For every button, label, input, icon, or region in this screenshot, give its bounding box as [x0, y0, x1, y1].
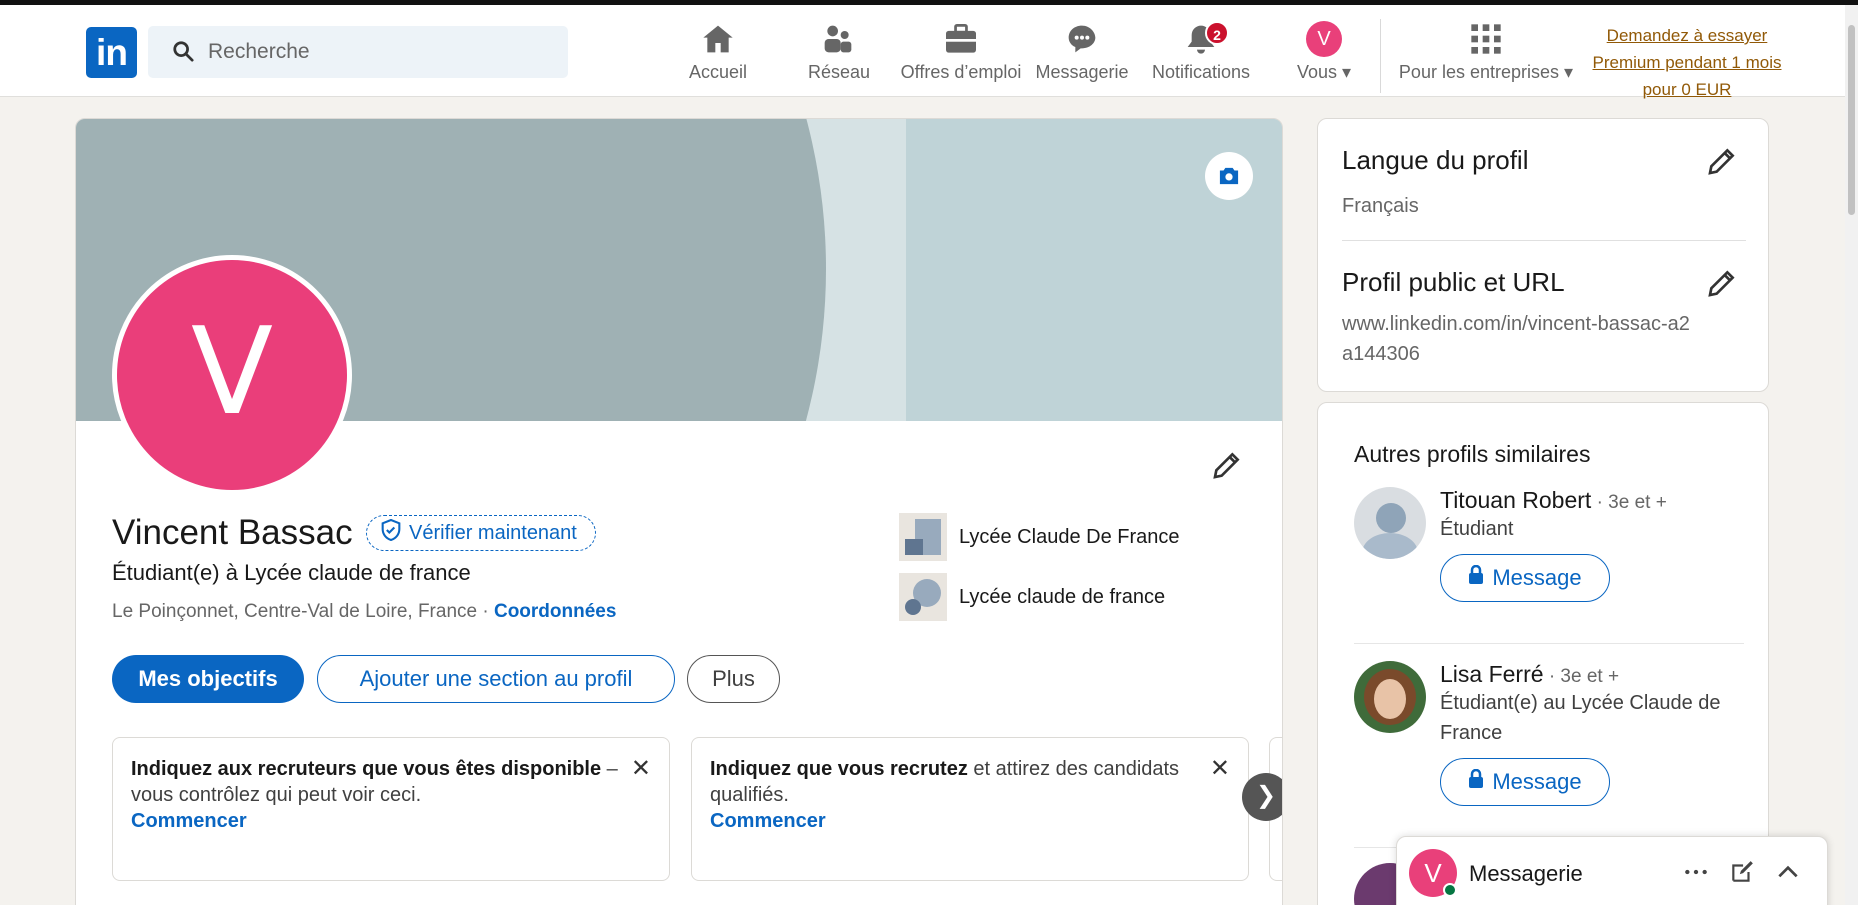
nav-item-jobs[interactable]: Offres d’emploi — [896, 21, 1026, 91]
profile-headline: Étudiant(e) à Lycée claude de france — [112, 560, 471, 585]
nav-label: Accueil — [688, 62, 748, 82]
edit-intro-pencil-icon[interactable] — [1211, 449, 1243, 486]
education-item[interactable]: Lycée Claude De France — [899, 513, 1180, 561]
public-url-value: www.linkedin.com/in/vincent-bassac-a2a14… — [1342, 313, 1690, 365]
online-status-dot — [1443, 883, 1457, 897]
divider — [1342, 240, 1746, 241]
add-profile-section-button[interactable]: Ajouter une section au profil — [317, 655, 675, 703]
message-button[interactable]: Message — [1440, 554, 1610, 602]
nav-label: Réseau — [808, 62, 871, 82]
grid-icon — [1396, 21, 1576, 57]
bell-icon — [1148, 21, 1254, 57]
home-icon — [688, 21, 748, 57]
messaging-overlay[interactable]: V Messagerie — [1396, 836, 1828, 905]
open-to-work-card: Indiquez aux recruteurs que vous êtes di… — [112, 737, 670, 881]
profile-location: Le Poinçonnet, Centre-Val de Loire, Fran… — [112, 601, 616, 623]
lock-icon — [1468, 768, 1484, 795]
network-icon — [808, 21, 868, 57]
search-input[interactable] — [208, 26, 548, 78]
nav-label: Pour les entreprises — [1398, 62, 1559, 82]
profile-language-title: Langue du profil — [1342, 145, 1529, 175]
message-button[interactable]: Message — [1440, 758, 1610, 806]
profile-avatar[interactable]: V — [112, 255, 352, 495]
chevron-up-icon[interactable] — [1775, 859, 1801, 890]
notification-badge: 2 — [1205, 21, 1229, 45]
nav-item-notifications[interactable]: 2 Notifications — [1148, 21, 1254, 91]
location-text: Le Poinçonnet, Centre-Val de Loire, Fran… — [112, 601, 494, 622]
carousel-next-button[interactable]: ❯ — [1242, 773, 1282, 821]
edit-url-pencil-icon[interactable] — [1706, 267, 1738, 304]
nav-item-me[interactable]: V Vous ▾ — [1284, 21, 1364, 91]
person-name[interactable]: Lisa Ferré — [1440, 661, 1544, 687]
person-headline: Étudiant(e) au Lycée Claude de France — [1440, 692, 1721, 744]
similar-profile-item: Lisa Ferré · 3e et + Étudiant(e) au Lycé… — [1354, 661, 1740, 806]
connection-degree: · 3e et + — [1543, 666, 1620, 687]
premium-trial-link[interactable]: Demandez à essayer Premium pendant 1 moi… — [1592, 22, 1782, 103]
school-logo — [899, 513, 947, 561]
more-options-icon[interactable] — [1683, 859, 1709, 890]
verify-now-button[interactable]: Vérifier maintenant — [366, 515, 596, 551]
profile-settings-card: Langue du profil Français Profil public … — [1317, 118, 1769, 392]
page-scrollbar[interactable] — [1845, 5, 1858, 905]
start-link[interactable]: Commencer — [710, 808, 1230, 834]
school-name: Lycée claude de france — [959, 585, 1166, 608]
user-avatar: V — [1306, 21, 1342, 57]
school-name: Lycée Claude De France — [959, 525, 1180, 548]
similar-profiles-card: Autres profils similaires Titouan Robert… — [1317, 402, 1769, 905]
compose-icon[interactable] — [1729, 859, 1755, 890]
nav-item-messaging[interactable]: Messagerie — [1034, 21, 1130, 91]
profile-name: Vincent Bassac — [112, 513, 353, 552]
more-button[interactable]: Plus — [687, 655, 780, 703]
nav-label: Offres d’emploi — [900, 62, 1022, 82]
briefcase-icon — [896, 21, 1026, 57]
nav-item-home[interactable]: Accueil — [688, 21, 748, 91]
education-item[interactable]: Lycée claude de france — [899, 573, 1165, 621]
caret-down-icon: ▾ — [1564, 62, 1574, 82]
tip-text: Indiquez que vous recrutez et attirez de… — [710, 758, 1179, 806]
connection-degree: · 3e et + — [1591, 492, 1667, 513]
linkedin-logo[interactable]: in — [86, 27, 137, 78]
hiring-card: Indiquez que vous recrutez et attirez de… — [691, 737, 1249, 881]
person-headline: Étudiant — [1440, 518, 1514, 540]
person-avatar[interactable] — [1354, 661, 1426, 733]
nav-item-network[interactable]: Réseau — [808, 21, 871, 91]
similar-profile-item: Titouan Robert · 3e et + Étudiant Messag… — [1354, 487, 1667, 602]
search-box[interactable] — [148, 26, 568, 78]
nav-label: Messagerie — [1035, 62, 1129, 82]
school-logo — [899, 573, 947, 621]
edit-language-pencil-icon[interactable] — [1706, 145, 1738, 182]
nav-item-business[interactable]: Pour les entreprises ▾ — [1396, 21, 1576, 91]
person-avatar[interactable] — [1354, 487, 1426, 559]
message-label: Message — [1492, 769, 1582, 794]
nav-label: Vous — [1296, 62, 1337, 82]
contact-info-link[interactable]: Coordonnées — [494, 601, 616, 622]
message-label: Message — [1492, 565, 1582, 590]
public-url-title: Profil public et URL — [1342, 267, 1565, 297]
lock-icon — [1468, 564, 1484, 591]
edit-banner-camera-icon[interactable] — [1205, 152, 1253, 200]
start-link[interactable]: Commencer — [131, 808, 651, 834]
person-name[interactable]: Titouan Robert — [1440, 487, 1591, 513]
verify-label: Vérifier maintenant — [409, 521, 577, 544]
messaging-title: Messagerie — [1469, 861, 1583, 886]
top-navigation: in Accueil Réseau Offres d’emploi Messag… — [0, 5, 1845, 99]
messaging-icon — [1034, 21, 1130, 57]
tip-bold: Indiquez aux recruteurs que vous êtes di… — [131, 758, 602, 780]
shield-check-icon — [381, 518, 401, 547]
similar-profiles-title: Autres profils similaires — [1354, 441, 1591, 467]
nav-divider — [1380, 19, 1381, 93]
caret-down-icon: ▾ — [1342, 62, 1352, 82]
profile-card: V Vincent Bassac Vérifier maintenant Étu… — [75, 118, 1283, 905]
tip-text: Indiquez aux recruteurs que vous êtes di… — [131, 758, 618, 806]
scrollbar-thumb[interactable] — [1848, 25, 1855, 215]
chevron-right-icon: ❯ — [1255, 782, 1277, 809]
divider — [1354, 643, 1744, 644]
profile-language-value: Français — [1342, 195, 1419, 217]
close-icon[interactable]: ✕ — [631, 756, 651, 782]
close-icon[interactable]: ✕ — [1210, 756, 1230, 782]
nav-label: Notifications — [1151, 62, 1251, 82]
tip-bold: Indiquez que vous recrutez — [710, 758, 968, 780]
search-icon — [172, 40, 194, 67]
my-goals-button[interactable]: Mes objectifs — [112, 655, 304, 703]
